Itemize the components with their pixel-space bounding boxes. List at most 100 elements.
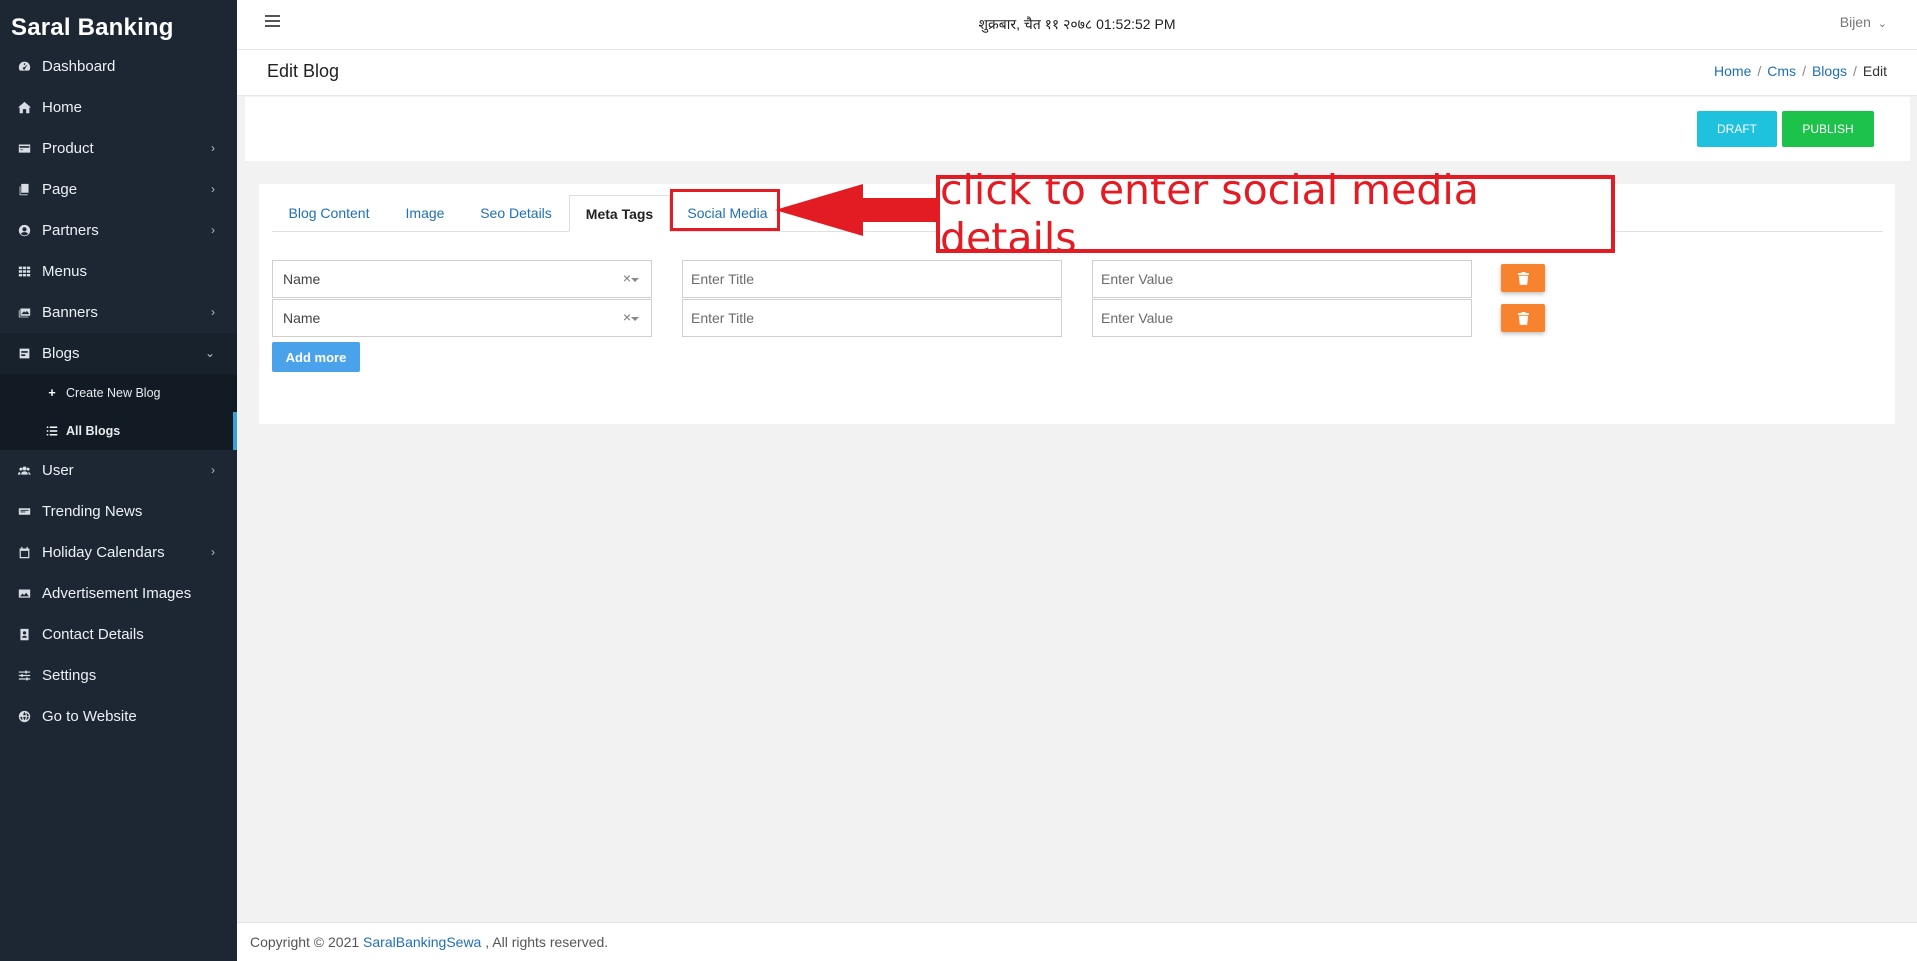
sidebar-item-label: Menus	[42, 263, 88, 280]
annotation-highlight-box	[670, 189, 780, 231]
image-icon	[17, 586, 32, 601]
meta-name-select[interactable]: Name ×	[272, 260, 652, 298]
contact-icon	[17, 627, 32, 642]
sidebar-subitem-all-blogs[interactable]: All Blogs	[0, 412, 237, 450]
sidebar-item-home[interactable]: Home	[0, 87, 237, 128]
chevron-right-icon: ›	[211, 463, 215, 477]
news-icon	[17, 504, 32, 519]
page-icon	[17, 182, 32, 197]
breadcrumb-blogs[interactable]: Blogs	[1812, 63, 1847, 79]
chevron-down-icon: ⌄	[1877, 18, 1887, 30]
breadcrumb-home[interactable]: Home	[1714, 63, 1751, 79]
sidebar-item-settings[interactable]: Settings	[0, 655, 237, 696]
add-more-button[interactable]: Add more	[272, 342, 360, 372]
action-card	[245, 97, 1910, 161]
settings-icon	[17, 668, 32, 683]
sidebar-item-label: User	[42, 462, 74, 479]
breadcrumb-cms[interactable]: Cms	[1767, 63, 1796, 79]
breadcrumb-current: Edit	[1862, 63, 1887, 79]
clear-icon[interactable]: ×	[623, 309, 631, 325]
annotation-callout: click to enter social media details	[936, 166, 1615, 262]
footer: Copyright © 2021 SaralBankingSewa , All …	[237, 922, 1917, 961]
meta-value-field[interactable]	[1092, 260, 1472, 298]
sidebar-item-advertisement-images[interactable]: Advertisement Images	[0, 573, 237, 614]
meta-value-input[interactable]	[1093, 300, 1471, 336]
chevron-right-icon: ›	[211, 223, 215, 237]
brand-logo[interactable]: Saral Banking	[11, 14, 174, 42]
sidebar-item-label: Go to Website	[42, 708, 137, 725]
delete-row-button[interactable]	[1501, 304, 1545, 332]
partners-icon	[17, 223, 32, 238]
draft-button[interactable]: DRAFT	[1697, 111, 1777, 147]
sidebar-item-label: Settings	[42, 667, 97, 684]
chevron-right-icon: ›	[211, 141, 215, 155]
sidebar-item-label: Contact Details	[42, 626, 144, 643]
sidebar-subitem-create-new-blog[interactable]: + Create New Blog	[0, 374, 237, 412]
meta-name-select[interactable]: Name ×	[272, 299, 652, 337]
publish-button[interactable]: PUBLISH	[1782, 111, 1874, 147]
caret-down-icon	[631, 278, 639, 282]
sidebar-item-trending-news[interactable]: Trending News	[0, 491, 237, 532]
meta-title-field[interactable]	[682, 260, 1062, 298]
sidebar-subitem-label: All Blogs	[66, 424, 121, 438]
delete-row-button[interactable]	[1501, 264, 1545, 292]
sidebar-item-label: Partners	[42, 222, 99, 239]
tab-blog-content[interactable]: Blog Content	[272, 195, 386, 232]
banners-icon	[17, 305, 32, 320]
breadcrumb-separator: /	[1852, 63, 1857, 79]
tab-image[interactable]: Image	[392, 195, 458, 232]
user-icon	[17, 463, 32, 478]
calendar-icon	[17, 545, 32, 560]
chevron-right-icon: ›	[211, 545, 215, 559]
globe-icon	[17, 709, 32, 724]
sidebar-item-dashboard[interactable]: Dashboard	[0, 46, 237, 87]
sidebar-item-product[interactable]: Product ›	[0, 128, 237, 169]
footer-link[interactable]: SaralBankingSewa	[363, 934, 481, 950]
dashboard-icon	[17, 59, 32, 74]
sidebar-item-label: Holiday Calendars	[42, 544, 165, 561]
tab-seo-details[interactable]: Seo Details	[466, 195, 566, 232]
sidebar-item-label: Advertisement Images	[42, 585, 192, 602]
sidebar-item-user[interactable]: User ›	[0, 450, 237, 491]
sidebar-item-label: Page	[42, 181, 78, 198]
sidebar-nav: Dashboard Home Product › Page › Partners…	[0, 46, 237, 737]
tab-meta-tags[interactable]: Meta Tags	[569, 195, 670, 232]
annotation-arrow-icon	[775, 184, 940, 236]
sidebar-item-page[interactable]: Page ›	[0, 169, 237, 210]
sidebar-item-banners[interactable]: Banners ›	[0, 292, 237, 333]
page-title: Edit Blog	[267, 61, 340, 81]
footer-prefix: Copyright © 2021	[250, 934, 364, 950]
sidebar-item-contact-details[interactable]: Contact Details	[0, 614, 237, 655]
product-icon	[17, 141, 32, 156]
meta-title-field[interactable]	[682, 299, 1062, 337]
sidebar-item-partners[interactable]: Partners ›	[0, 210, 237, 251]
breadcrumb-separator: /	[1757, 63, 1762, 79]
chevron-right-icon: ›	[211, 305, 215, 319]
trash-icon	[1517, 271, 1529, 285]
footer-copyright: Copyright © 2021 SaralBankingSewa , All …	[250, 934, 608, 950]
meta-value-field[interactable]	[1092, 299, 1472, 337]
clear-icon[interactable]: ×	[623, 270, 631, 286]
meta-value-input[interactable]	[1093, 261, 1471, 297]
sidebar-item-label: Blogs	[42, 345, 80, 362]
blogs-submenu: + Create New Blog All Blogs	[0, 374, 237, 450]
header-datetime: शुक्रबार, चैत ११ २०७८ 01:52:52 PM	[978, 16, 1176, 32]
sidebar-item-holiday-calendars[interactable]: Holiday Calendars ›	[0, 532, 237, 573]
chevron-right-icon: ›	[211, 182, 215, 196]
sidebar-item-label: Product	[42, 140, 94, 157]
trash-icon	[1517, 311, 1529, 325]
breadcrumb-separator: /	[1802, 63, 1806, 79]
meta-title-input[interactable]	[683, 261, 1061, 297]
meta-title-input[interactable]	[683, 300, 1061, 336]
sidebar-item-menus[interactable]: Menus	[0, 251, 237, 292]
sidebar-item-go-to-website[interactable]: Go to Website	[0, 696, 237, 737]
page-header: Edit Blog Home / Cms / Blogs / Edit	[237, 50, 1917, 96]
chevron-down-icon: ⌄	[204, 346, 215, 360]
caret-down-icon	[631, 317, 639, 321]
sidebar-item-label: Dashboard	[42, 58, 116, 75]
user-menu[interactable]: Bijen ⌄	[1840, 14, 1887, 30]
sidebar-item-label: Banners	[42, 304, 98, 321]
breadcrumb: Home / Cms / Blogs / Edit	[1714, 63, 1887, 79]
top-bar: शुक्रबार, चैत ११ २०७८ 01:52:52 PM Bijen …	[237, 0, 1917, 50]
sidebar-item-blogs[interactable]: Blogs ⌄	[0, 333, 237, 374]
